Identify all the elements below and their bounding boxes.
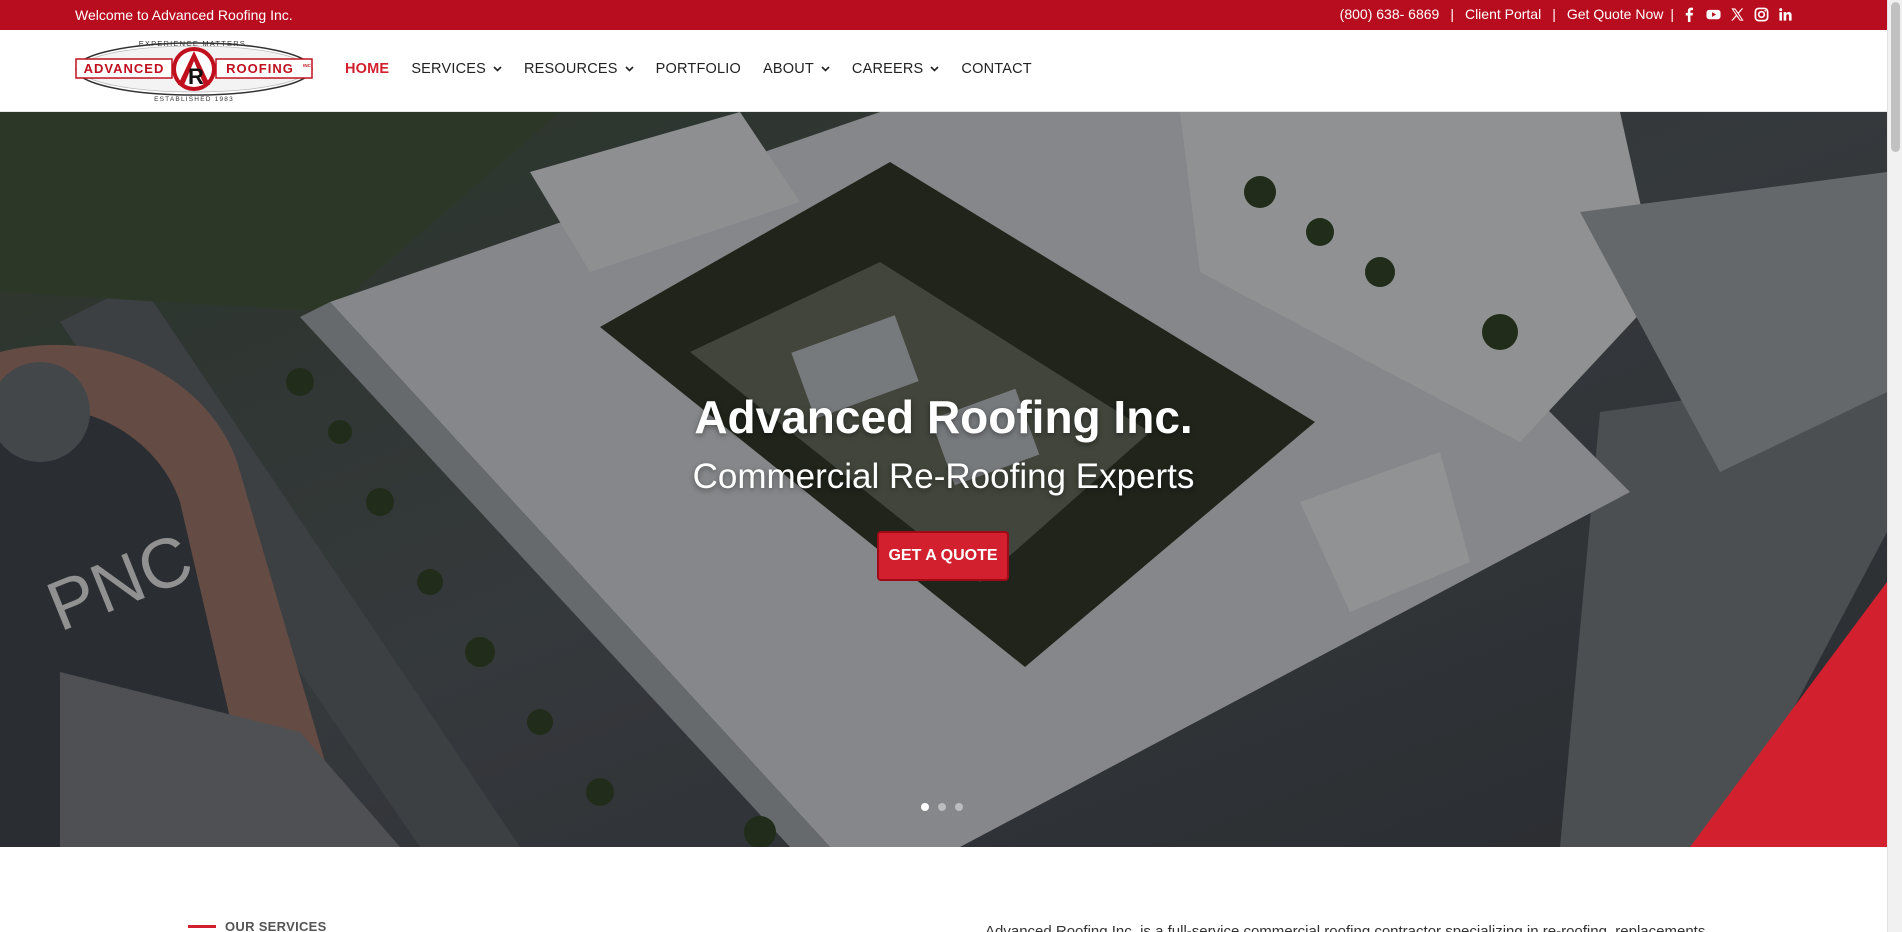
scrollbar-thumb[interactable] — [1891, 2, 1900, 152]
page-scrollbar[interactable] — [1887, 0, 1902, 932]
our-services-label: OUR SERVICES — [188, 919, 327, 932]
instagram-icon[interactable] — [1754, 7, 1769, 22]
x-icon[interactable] — [1730, 7, 1745, 22]
hero-slider: PNC Advanced Roofing Inc. Commercial Re-… — [0, 112, 1887, 847]
chevron-down-icon — [930, 66, 939, 72]
linkedin-icon[interactable] — [1778, 7, 1793, 22]
nav-portfolio-label: PORTFOLIO — [655, 61, 741, 77]
site-header: EXPERIENCE MATTERS. ADVANCED ROOFING INC… — [0, 30, 1887, 112]
intro-section: OUR SERVICES Advanced Roofing Inc. is a … — [0, 847, 1887, 932]
nav-careers-label: CAREERS — [851, 61, 924, 77]
social-links — [1682, 7, 1793, 22]
nav-home-label: HOME — [345, 61, 390, 77]
svg-text:R: R — [188, 64, 204, 89]
logo-inc: INC — [303, 63, 312, 68]
separator: | — [1670, 6, 1674, 22]
top-bar-links: (800) 638- 6869 | Client Portal | Get Qu… — [1340, 6, 1793, 22]
chevron-down-icon — [493, 66, 502, 72]
accent-bar — [188, 925, 216, 928]
separator: | — [1552, 6, 1556, 22]
client-portal-link[interactable]: Client Portal — [1465, 6, 1541, 22]
nav-portfolio[interactable]: PORTFOLIO — [656, 61, 741, 77]
chevron-down-icon — [625, 66, 634, 72]
hero-subtitle: Commercial Re-Roofing Experts — [692, 457, 1195, 496]
get-quote-now-link[interactable]: Get Quote Now — [1567, 6, 1664, 22]
logo-left-word: ADVANCED — [84, 61, 165, 76]
nav-home[interactable]: HOME — [345, 61, 389, 77]
nav-resources-label: RESOURCES — [523, 61, 618, 77]
nav-careers[interactable]: CAREERS — [852, 61, 940, 77]
nav-contact[interactable]: CONTACT — [961, 61, 1031, 77]
main-nav: HOME SERVICES RESOURCES PORTFOLIO ABOUT … — [345, 61, 1054, 77]
nav-services[interactable]: SERVICES — [411, 61, 502, 77]
company-logo[interactable]: EXPERIENCE MATTERS. ADVANCED ROOFING INC… — [74, 37, 314, 105]
chevron-down-icon — [821, 66, 830, 72]
get-a-quote-button[interactable]: GET A QUOTE — [877, 531, 1009, 581]
welcome-text: Welcome to Advanced Roofing Inc. — [75, 7, 293, 23]
slider-dot-2[interactable] — [938, 803, 946, 811]
separator: | — [1450, 6, 1454, 22]
logo-tagline: EXPERIENCE MATTERS. — [139, 39, 250, 48]
slider-dots — [921, 803, 963, 811]
slider-dot-1[interactable] — [921, 803, 929, 811]
phone-link[interactable]: (800) 638- 6869 — [1340, 6, 1440, 22]
logo-right-word: ROOFING — [226, 61, 294, 76]
intro-paragraph: Advanced Roofing Inc. is a full-service … — [985, 923, 1706, 932]
youtube-icon[interactable] — [1706, 7, 1721, 22]
hero-title: Advanced Roofing Inc. — [694, 391, 1193, 443]
nav-about-label: ABOUT — [762, 61, 814, 77]
section-label-text: OUR SERVICES — [225, 919, 327, 932]
facebook-icon[interactable] — [1682, 7, 1697, 22]
logo-established: ESTABLISHED 1983 — [154, 96, 234, 103]
nav-services-label: SERVICES — [411, 61, 486, 77]
nav-about[interactable]: ABOUT — [763, 61, 830, 77]
slider-dot-3[interactable] — [955, 803, 963, 811]
nav-resources[interactable]: RESOURCES — [524, 61, 634, 77]
nav-contact-label: CONTACT — [961, 61, 1032, 77]
top-bar: Welcome to Advanced Roofing Inc. (800) 6… — [0, 0, 1887, 30]
